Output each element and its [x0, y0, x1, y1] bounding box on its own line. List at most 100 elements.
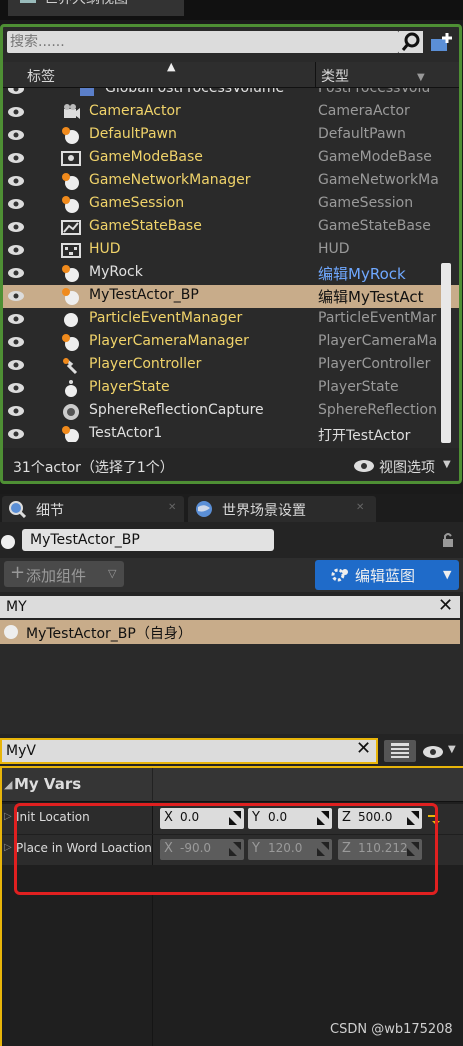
list-item[interactable]: PlayerState PlayerState — [3, 377, 459, 400]
actor-type: HUD — [318, 241, 350, 257]
list-item[interactable]: GlobalPostProcessVolume PostProcessVolu — [3, 88, 459, 101]
eye-icon[interactable] — [7, 198, 25, 210]
actor-name: DefaultPawn — [89, 126, 177, 142]
list-icon — [20, 0, 36, 3]
hud-icon — [61, 243, 81, 258]
actor-name: GameModeBase — [89, 149, 203, 165]
eye-icon[interactable] — [7, 336, 25, 348]
component-tree-item[interactable]: MyTestActor_BP（自身） — [0, 620, 460, 644]
list-item[interactable]: PlayerCameraManager PlayerCameraMa — [3, 331, 459, 354]
outliner-scrollbar[interactable] — [441, 263, 451, 443]
eye-icon[interactable] — [7, 244, 25, 256]
actor-count-status: 31个actor（选择了1个） — [13, 460, 174, 476]
tab-details[interactable]: 细节 ✕ — [2, 496, 184, 522]
eye-icon[interactable] — [7, 152, 25, 164]
list-item[interactable]: HUD HUD — [3, 239, 459, 262]
close-icon[interactable]: ✕ — [168, 502, 176, 513]
chevron-down-icon[interactable]: ▼ — [417, 72, 425, 83]
annotation-highlight-box — [14, 803, 438, 895]
property-search-box[interactable]: ✕ — [0, 738, 378, 764]
eye-icon[interactable] — [7, 175, 25, 187]
actor-name: HUD — [89, 241, 121, 257]
component-tree: MyTestActor_BP（自身） — [0, 620, 463, 734]
list-item[interactable]: ParticleEventManager ParticleEventMar — [3, 308, 459, 331]
list-item[interactable]: PlayerController PlayerController — [3, 354, 459, 377]
eye-icon — [423, 746, 443, 758]
eye-icon[interactable] — [7, 106, 25, 118]
column-divider[interactable] — [315, 62, 316, 88]
pawn-icon — [62, 127, 79, 144]
property-search-input[interactable] — [2, 740, 352, 762]
list-item[interactable]: CameraActor CameraActor — [3, 101, 459, 124]
list-item[interactable]: GameModeBase GameModeBase — [3, 147, 459, 170]
tab-world-settings[interactable]: 世界场景设置 ✕ — [188, 496, 376, 522]
eye-icon[interactable] — [7, 313, 25, 325]
eye-icon[interactable] — [7, 221, 25, 233]
expand-arrow-icon[interactable]: ▷ — [4, 811, 12, 822]
chevron-down-icon: ▼ — [448, 744, 456, 755]
actor-type: DefaultPawn — [318, 126, 406, 142]
edit-blueprint-button[interactable]: 编辑蓝图 ▼ — [315, 560, 459, 590]
actor-name: PlayerController — [89, 356, 202, 372]
eye-icon[interactable] — [7, 290, 25, 302]
add-folder-icon — [431, 33, 452, 51]
watermark: CSDN @wb175208 — [330, 1022, 453, 1037]
column-label-header[interactable]: 标签 — [27, 66, 55, 86]
details-panel: + 添加组件 ▽ 编辑蓝图 ▼ ✕ MyTestActor_BP（自身） ✕ — [0, 522, 463, 1046]
eye-icon[interactable] — [7, 88, 25, 95]
world-outliner-panel: 标签 ▲ 类型 ▼ GlobalPostProcessVolume PostPr… — [0, 24, 462, 484]
list-item[interactable]: GameStateBase GameStateBase — [3, 216, 459, 239]
component-search-input[interactable] — [0, 596, 430, 618]
outliner-tab-label: 世界大纲视图 — [44, 0, 128, 8]
column-type-header[interactable]: 类型 — [321, 66, 349, 86]
property-matrix-button[interactable] — [384, 740, 416, 762]
search-icon — [401, 32, 420, 51]
component-search-box[interactable]: ✕ — [0, 595, 460, 618]
lock-icon[interactable] — [440, 532, 456, 548]
component-toolbar: + 添加组件 ▽ 编辑蓝图 ▼ — [0, 558, 463, 592]
eye-icon[interactable] — [7, 428, 25, 440]
actor-sphere-icon — [64, 313, 78, 327]
actor-sphere-icon — [62, 426, 79, 442]
actor-type: GameNetworkMa — [318, 172, 438, 188]
eye-icon[interactable] — [7, 267, 25, 279]
list-item[interactable]: GameNetworkManager GameNetworkMa — [3, 170, 459, 193]
eye-icon[interactable] — [7, 129, 25, 141]
actor-name: MyTestActor_BP — [89, 287, 199, 303]
clear-icon[interactable]: ✕ — [356, 738, 371, 759]
outliner-search-input[interactable] — [7, 31, 399, 53]
expand-arrow-icon[interactable]: ▷ — [4, 842, 12, 853]
category-header[interactable]: ◢ My Vars — [2, 768, 463, 802]
list-item[interactable]: DefaultPawn DefaultPawn — [3, 124, 459, 147]
outliner-search-box[interactable] — [7, 31, 399, 53]
actor-name: ParticleEventManager — [89, 310, 243, 326]
list-item[interactable]: MyRock 编辑MyRock — [3, 262, 459, 285]
property-view-options-button[interactable]: ▼ — [420, 740, 460, 762]
list-item[interactable]: GameSession GameSession — [3, 193, 459, 216]
actor-name-field[interactable] — [22, 529, 274, 551]
list-item[interactable]: SphereReflectionCapture SphereReflection — [3, 400, 459, 423]
actor-type: SphereReflection — [318, 402, 437, 418]
column-divider[interactable] — [152, 768, 153, 802]
clear-icon[interactable]: ✕ — [438, 595, 453, 616]
actor-sphere-icon — [62, 265, 79, 282]
open-source-link[interactable]: 打开TestActor — [318, 425, 438, 442]
add-component-button[interactable]: + 添加组件 ▽ — [4, 561, 124, 587]
eye-icon[interactable] — [7, 382, 25, 394]
outliner-status-bar: 31个actor（选择了1个） 视图选项 ▼ — [3, 448, 459, 480]
list-item-selected[interactable]: MyTestActor_BP 编辑MyTestAct — [3, 285, 459, 308]
list-item[interactable]: TestActor1 打开TestActor — [3, 423, 459, 442]
add-folder-button[interactable] — [427, 31, 455, 53]
eye-icon[interactable] — [7, 359, 25, 371]
game-mode-icon — [61, 151, 81, 166]
edit-blueprint-link[interactable]: 编辑MyTestAct — [318, 286, 438, 307]
edit-blueprint-link[interactable]: 编辑MyRock — [318, 263, 438, 284]
close-icon[interactable]: ✕ — [356, 502, 364, 513]
property-search-row: ✕ ▼ — [0, 736, 463, 766]
outliner-tab[interactable]: 世界大纲视图 ✕ — [8, 0, 184, 16]
eye-icon[interactable] — [7, 405, 25, 417]
component-root-label: MyTestActor_BP（自身） — [26, 626, 192, 642]
outliner-actor-list: GlobalPostProcessVolume PostProcessVolu … — [3, 88, 459, 442]
search-button[interactable] — [399, 31, 423, 53]
gear-icon — [331, 568, 348, 582]
